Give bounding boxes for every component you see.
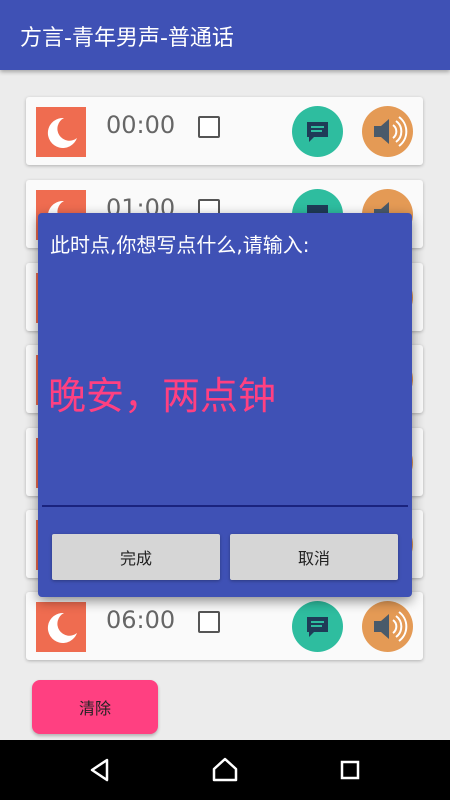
- dialog-title: 此时点,你想写点什么,请输入:: [50, 233, 310, 257]
- moon-icon[interactable]: [36, 602, 86, 652]
- moon-icon[interactable]: [36, 107, 86, 157]
- enable-checkbox[interactable]: [198, 116, 220, 138]
- confirm-button[interactable]: 完成: [52, 534, 220, 580]
- alarm-row[interactable]: 06:00: [26, 592, 423, 660]
- cancel-button[interactable]: 取消: [230, 534, 398, 580]
- back-icon[interactable]: [86, 756, 114, 784]
- alarm-row[interactable]: 00:00: [26, 97, 423, 165]
- speaker-icon[interactable]: [362, 106, 413, 157]
- input-underline: [42, 505, 408, 507]
- system-nav-bar: [0, 740, 450, 800]
- chat-bubble-icon[interactable]: [292, 601, 343, 652]
- recents-icon[interactable]: [336, 756, 364, 784]
- clear-button[interactable]: 清除: [32, 680, 158, 734]
- note-input[interactable]: 晚安，两点钟: [48, 365, 276, 420]
- enable-checkbox[interactable]: [198, 611, 220, 633]
- app-title: 方言-青年男声-普通话: [20, 26, 234, 51]
- time-label: 06:00: [106, 606, 176, 634]
- time-label: 00:00: [106, 111, 176, 139]
- input-dialog: 此时点,你想写点什么,请输入: 晚安，两点钟 完成 取消: [38, 213, 412, 597]
- home-icon[interactable]: [211, 756, 239, 784]
- app-bar: 方言-青年男声-普通话: [0, 0, 450, 70]
- speaker-icon[interactable]: [362, 601, 413, 652]
- chat-bubble-icon[interactable]: [292, 106, 343, 157]
